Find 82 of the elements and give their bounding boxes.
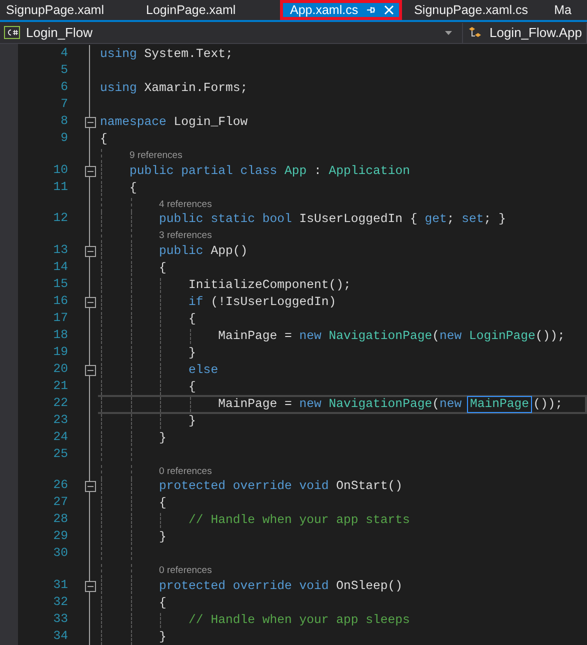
collapse-icon[interactable] [84, 166, 96, 176]
code-line: MainPage = new NavigationPage(new MainPage ()); [217, 396, 563, 412]
code-line: } [158, 630, 166, 644]
reference-count[interactable]: 3 references [159, 229, 212, 243]
line-number: 19 [52, 344, 68, 360]
code-line: { [128, 180, 137, 196]
line-number: 22 [52, 394, 68, 412]
reference-count[interactable]: 0 references [159, 464, 212, 478]
member-dropdown[interactable]: Login_Flow.App [463, 22, 587, 42]
code-line: { [100, 132, 108, 147]
file-tab[interactable]: LoginPage.xaml [140, 0, 280, 20]
code-line: public App() [158, 244, 248, 258]
line-number: 28 [52, 511, 68, 528]
code-line: } [158, 530, 166, 545]
code-line: if (!IsUserLoggedIn) [188, 294, 336, 310]
collapse-icon[interactable] [84, 246, 96, 256]
line-number: 17 [52, 310, 68, 326]
line-number: 12 [52, 210, 68, 227]
code-line: { [158, 496, 166, 511]
line-number: 29 [52, 528, 68, 545]
code-line: protected override void OnSleep() [158, 578, 403, 594]
code-line: InitializeComponent(); [188, 278, 351, 292]
code-line: { [158, 260, 166, 276]
project-dropdown[interactable]: Login_Flow [0, 22, 464, 42]
line-number: 7 [60, 96, 68, 113]
line-number: 15 [52, 276, 68, 292]
code-line: public partial class App : Application [128, 164, 410, 178]
close-icon[interactable] [384, 5, 394, 15]
line-number: 23 [52, 412, 68, 428]
reference-count[interactable]: 9 references [130, 149, 182, 163]
code-line: // Handle when your app sleeps [188, 612, 410, 628]
line-number: 34 [52, 628, 68, 644]
collapse-icon[interactable] [84, 481, 96, 492]
collapse-icon[interactable] [84, 296, 96, 308]
code-line: MainPage = new NavigationPage(new LoginPage()); [217, 328, 565, 344]
code-line: { [188, 312, 196, 326]
line-number: 18 [52, 326, 68, 344]
line-number: 31 [52, 576, 68, 594]
reference-count[interactable]: 0 references [159, 564, 212, 578]
reference-count[interactable]: 4 references [159, 198, 212, 212]
code-line: protected override void OnStart() [158, 479, 403, 494]
file-tab[interactable]: SignupPage.xaml [0, 0, 140, 20]
code-line: { [158, 596, 166, 610]
collapse-icon[interactable] [84, 580, 96, 592]
code-line: else [188, 362, 218, 378]
line-number: 10 [52, 162, 68, 178]
line-number: 5 [60, 62, 68, 79]
code-line: { [188, 380, 196, 394]
line-number: 21 [52, 378, 68, 394]
line-number: 8 [60, 113, 68, 130]
file-tab[interactable]: Ma [548, 0, 587, 20]
class-icon [467, 26, 484, 40]
collapse-icon[interactable] [84, 117, 96, 128]
file-tab[interactable]: App.xaml.cs [280, 0, 402, 20]
code-line: namespace Login_Flow [100, 115, 248, 130]
collapse-icon[interactable] [84, 364, 96, 376]
code-line: using System.Text; [100, 47, 233, 62]
code-line: public static bool IsUserLoggedIn { get; set; } [158, 212, 506, 227]
line-number: 4 [60, 45, 68, 62]
line-number: 30 [52, 545, 68, 562]
caret-icon [445, 30, 452, 34]
code-line: } [158, 430, 166, 446]
line-number: 16 [52, 292, 68, 310]
line-number: 25 [52, 446, 68, 462]
pin-icon[interactable] [366, 5, 376, 15]
file-tab[interactable]: SignupPage.xaml.cs [408, 0, 548, 20]
line-number: 24 [52, 428, 68, 446]
code-line: using Xamarin.Forms; [100, 81, 248, 96]
line-number: 14 [52, 258, 68, 276]
line-number: 33 [52, 610, 68, 628]
csharp-project-icon [4, 26, 20, 39]
code-line: // Handle when your app starts [188, 513, 410, 528]
code-line: } [188, 414, 196, 428]
line-number: 20 [52, 360, 68, 378]
line-number: 13 [52, 242, 68, 258]
line-number: 26 [52, 477, 68, 494]
code-line: } [188, 346, 196, 360]
line-number: 6 [60, 79, 68, 96]
line-number: 27 [52, 494, 68, 511]
line-number: 9 [60, 130, 68, 147]
line-number: 11 [52, 178, 68, 196]
line-number: 32 [52, 594, 68, 610]
